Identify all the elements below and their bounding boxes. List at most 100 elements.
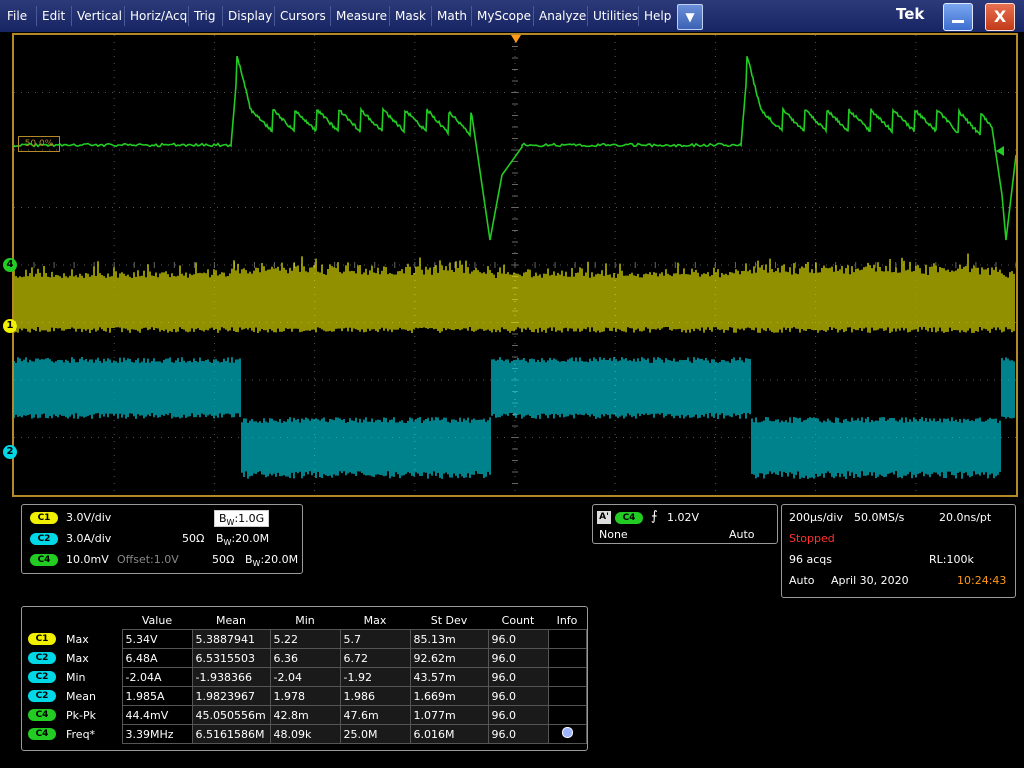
measurement-min-cell: 42.8m [270, 706, 340, 725]
header-max: Max [340, 611, 410, 630]
ch1-badge[interactable]: C1 [30, 512, 58, 524]
acq-status: Stopped [789, 532, 835, 545]
measurement-info-cell[interactable] [548, 630, 586, 649]
measurement-mean-cell: 1.9823967 [192, 687, 270, 706]
menu-math[interactable]: Math [431, 6, 472, 26]
ch2-badge[interactable]: C2 [30, 533, 58, 545]
menu-file[interactable]: File [2, 6, 32, 26]
menu-utilities[interactable]: Utilities [587, 6, 643, 26]
measurement-count-cell: 96.0 [488, 706, 548, 725]
header-count: Count [488, 611, 548, 630]
measurement-min-cell: 1.978 [270, 687, 340, 706]
measurement-name: Mean [64, 687, 122, 706]
measurement-row[interactable]: C4 Freq* 3.39MHz 6.5161586M 48.09k 25.0M 6.016… [26, 725, 586, 744]
menu-trig[interactable]: Trig [188, 6, 220, 26]
menu-myscope[interactable]: MyScope [471, 6, 536, 26]
menu-horiz-acq[interactable]: Horiz/Acq [124, 6, 192, 26]
measurement-info-cell[interactable] [548, 725, 586, 744]
ch2-scale[interactable]: 3.0A/div [66, 532, 111, 545]
measurement-stdev-cell: 43.57m [410, 668, 488, 687]
measurement-max-cell: 47.6m [340, 706, 410, 725]
c4-waveform [14, 56, 1016, 240]
measurement-info-cell[interactable] [548, 649, 586, 668]
header-info: Info [548, 611, 586, 630]
menu-display[interactable]: Display [222, 6, 277, 26]
trigger-slope-icon: ⨍ [651, 509, 658, 524]
measurement-info-cell[interactable] [548, 668, 586, 687]
measurement-max-cell: 6.72 [340, 649, 410, 668]
acq-mode: Auto [789, 574, 815, 587]
measurement-min-cell: 6.36 [270, 649, 340, 668]
ch2-impedance: 50Ω [182, 532, 204, 545]
ch4-bandwidth[interactable]: BW:20.0M [245, 553, 298, 568]
header-mean: Mean [192, 611, 270, 630]
header-value: Value [122, 611, 192, 630]
measurement-value-cell: 44.4mV [122, 706, 192, 725]
measurement-name: Pk-Pk [64, 706, 122, 725]
measurement-count-cell: 96.0 [488, 687, 548, 706]
menu-help[interactable]: Help [638, 6, 676, 26]
sample-rate: 50.0MS/s [854, 511, 904, 524]
measurement-channel-badge: C2 [28, 690, 56, 702]
trigger-readout-panel[interactable]: A' C4 ⨍ 1.02V None Auto [592, 504, 778, 544]
ch4-badge[interactable]: C4 [30, 554, 58, 566]
menu-bar: File Edit Vertical Horiz/Acq Trig Displa… [0, 0, 1024, 32]
measurement-row[interactable]: C4 Pk-Pk 44.4mV 45.050556m 42.8m 47.6m 1.077m 9… [26, 706, 586, 725]
horizontal-readout-panel[interactable]: 200µs/div 50.0MS/s 20.0ns/pt Stopped 96 … [781, 504, 1016, 598]
measurement-info-cell[interactable] [548, 706, 586, 725]
ch4-scale[interactable]: 10.0mV [66, 553, 109, 566]
measurement-stdev-cell: 85.13m [410, 630, 488, 649]
trigger-position-icon[interactable] [511, 35, 521, 43]
waveform-display[interactable] [14, 35, 1016, 495]
measurement-mean-cell: 45.050556m [192, 706, 270, 725]
measurement-row[interactable]: C2 Max 6.48A 6.5315503 6.36 6.72 92.62m 96.0 [26, 649, 586, 668]
minimize-button[interactable] [943, 3, 973, 31]
measurement-row[interactable]: C1 Max 5.34V 5.3887941 5.22 5.7 85.13m 96.0 [26, 630, 586, 649]
measurement-row[interactable]: C2 Mean 1.985A 1.9823967 1.978 1.986 1.669m 96.… [26, 687, 586, 706]
measurement-value-cell: -2.04A [122, 668, 192, 687]
measurement-stdev-cell: 1.077m [410, 706, 488, 725]
trigger-mode: Auto [729, 528, 755, 541]
menu-cursors[interactable]: Cursors [274, 6, 331, 26]
measurement-name: Max [64, 649, 122, 668]
tek-logo: Tek [896, 5, 924, 23]
acq-date: April 30, 2020 [831, 574, 909, 587]
acq-time: 10:24:43 [957, 574, 1006, 587]
measurement-panel[interactable]: Value Mean Min Max St Dev Count Info C1 M… [21, 606, 588, 751]
measurement-count-cell: 96.0 [488, 725, 548, 744]
dropdown-button[interactable]: ▼ [677, 4, 703, 30]
menu-mask[interactable]: Mask [389, 6, 431, 26]
menu-edit[interactable]: Edit [36, 6, 70, 26]
trigger-coupling: None [599, 528, 628, 541]
ch1-marker[interactable]: 1 [3, 319, 17, 333]
ch1-bandwidth[interactable]: BW:1.0G [214, 510, 269, 527]
measurement-max-cell: -1.92 [340, 668, 410, 687]
ch4-offset[interactable]: Offset:1.0V [117, 553, 179, 566]
measurement-name: Freq* [64, 725, 122, 744]
measurement-channel-badge: C4 [28, 728, 56, 740]
measurement-info-cell[interactable] [548, 687, 586, 706]
close-button[interactable]: X [985, 3, 1015, 31]
measurement-mean-cell: 6.5161586M [192, 725, 270, 744]
reference-level-label: 50.0% [18, 136, 60, 152]
resolution: 20.0ns/pt [939, 511, 991, 524]
info-icon[interactable] [562, 727, 573, 738]
ch2-bandwidth[interactable]: BW:20.0M [216, 532, 269, 547]
measurement-min-cell: 5.22 [270, 630, 340, 649]
ch4-marker[interactable]: 4 [3, 258, 17, 272]
ch2-marker[interactable]: 2 [3, 445, 17, 459]
trigger-level: 1.02V [667, 511, 699, 524]
measurement-channel-badge: C1 [28, 633, 56, 645]
ch1-scale[interactable]: 3.0V/div [66, 511, 111, 524]
menu-measure[interactable]: Measure [330, 6, 392, 26]
trigger-level-icon[interactable] [996, 146, 1004, 156]
measurement-mean-cell: 5.3887941 [192, 630, 270, 649]
measurement-channel-badge: C2 [28, 652, 56, 664]
menu-analyze[interactable]: Analyze [533, 6, 591, 26]
measurement-row[interactable]: C2 Min -2.04A -1.938366 -2.04 -1.92 43.57m 96.0 [26, 668, 586, 687]
measurement-max-cell: 5.7 [340, 630, 410, 649]
trigger-a-badge: A' [597, 511, 611, 524]
menu-vertical[interactable]: Vertical [71, 6, 127, 26]
measurement-header-row: Value Mean Min Max St Dev Count Info [26, 611, 586, 630]
measurement-stdev-cell: 92.62m [410, 649, 488, 668]
